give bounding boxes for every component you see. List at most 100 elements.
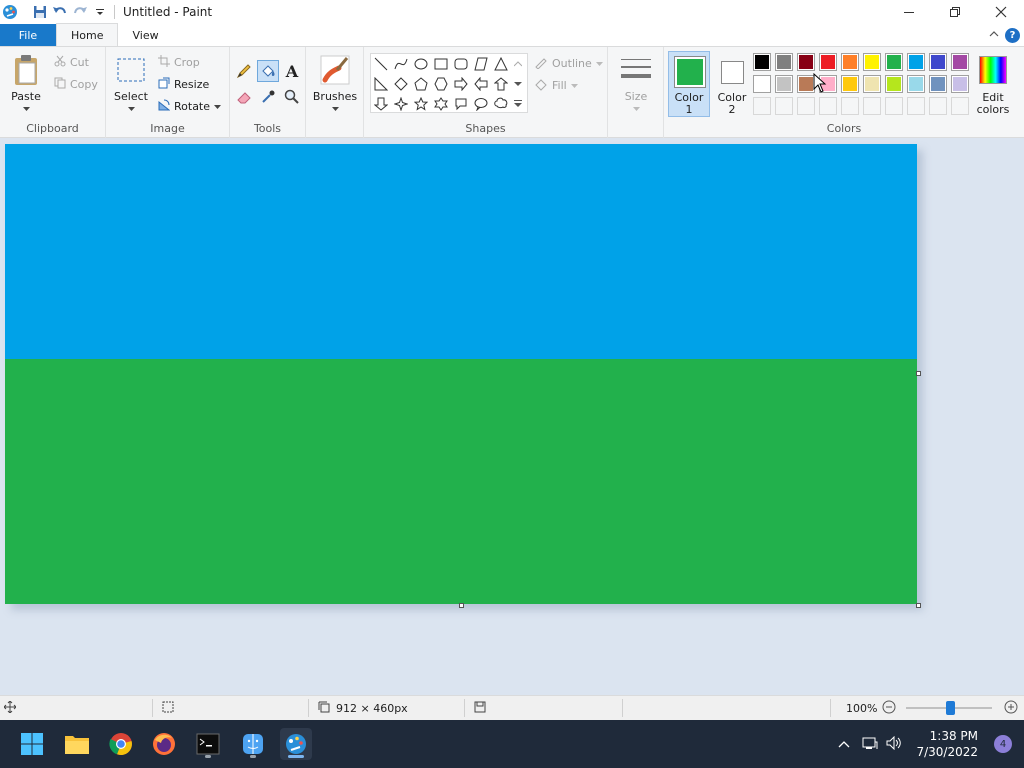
rounded-callout-shape-icon[interactable] [452, 95, 470, 113]
color-picker-icon[interactable] [258, 87, 278, 107]
tab-file[interactable]: File [0, 24, 56, 46]
resize-handle-right[interactable] [916, 371, 921, 376]
paste-button[interactable]: Paste [6, 91, 46, 103]
palette-swatch[interactable] [797, 75, 815, 93]
shapes-scroll-up-icon[interactable] [511, 55, 525, 73]
line-shape-icon[interactable] [372, 55, 390, 73]
resize-handle-bottom[interactable] [459, 603, 464, 608]
brushes-icon[interactable] [318, 53, 352, 87]
brushes-dropdown-icon[interactable] [308, 103, 362, 115]
palette-swatch[interactable] [775, 75, 793, 93]
palette-swatch[interactable] [951, 75, 969, 93]
help-icon[interactable]: ? [1005, 28, 1020, 43]
diamond-shape-icon[interactable] [392, 75, 410, 93]
paint-app-icon[interactable] [0, 1, 20, 23]
palette-swatch[interactable] [929, 97, 947, 115]
palette-swatch[interactable] [863, 97, 881, 115]
drawing-canvas[interactable] [5, 144, 917, 604]
oval-callout-shape-icon[interactable] [472, 95, 490, 113]
palette-swatch[interactable] [753, 75, 771, 93]
color2-button[interactable]: Color 2 [712, 51, 752, 117]
paste-dropdown-icon[interactable] [6, 103, 46, 115]
palette-swatch[interactable] [753, 97, 771, 115]
palette-swatch[interactable] [885, 53, 903, 71]
palette-swatch[interactable] [819, 75, 837, 93]
start-button[interactable] [16, 728, 48, 760]
close-button[interactable] [978, 0, 1024, 24]
size-icon[interactable] [618, 53, 654, 85]
palette-swatch[interactable] [819, 97, 837, 115]
select-button[interactable]: Select [112, 91, 150, 103]
curve-shape-icon[interactable] [392, 55, 410, 73]
six-point-star-shape-icon[interactable] [432, 95, 450, 113]
customize-toolbar-icon[interactable] [90, 1, 110, 23]
fill-bucket-icon[interactable] [257, 60, 279, 82]
palette-swatch[interactable] [863, 53, 881, 71]
palette-swatch[interactable] [863, 75, 881, 93]
network-icon[interactable] [862, 736, 878, 753]
palette-swatch[interactable] [797, 97, 815, 115]
palette-swatch[interactable] [951, 53, 969, 71]
crop-button[interactable]: Crop [158, 55, 200, 70]
left-arrow-shape-icon[interactable] [472, 75, 490, 93]
polygon-shape-icon[interactable] [472, 55, 490, 73]
outline-button[interactable]: Outline [534, 55, 603, 72]
palette-swatch[interactable] [797, 53, 815, 71]
paint-taskbar-icon[interactable] [280, 728, 312, 760]
rectangle-shape-icon[interactable] [432, 55, 450, 73]
five-point-star-shape-icon[interactable] [412, 95, 430, 113]
four-point-star-shape-icon[interactable] [392, 95, 410, 113]
canvas-workspace[interactable] [0, 139, 1024, 695]
redo-icon[interactable] [70, 1, 90, 23]
hexagon-shape-icon[interactable] [432, 75, 450, 93]
zoom-out-button[interactable] [882, 696, 896, 720]
palette-swatch[interactable] [775, 53, 793, 71]
firefox-icon[interactable] [148, 728, 180, 760]
rotate-button[interactable]: Rotate [158, 99, 222, 114]
palette-swatch[interactable] [841, 53, 859, 71]
tab-view[interactable]: View [118, 24, 172, 46]
color1-button[interactable]: Color 1 [668, 51, 710, 117]
size-dropdown-icon[interactable] [610, 103, 662, 115]
right-arrow-shape-icon[interactable] [452, 75, 470, 93]
shapes-expand-icon[interactable] [511, 95, 525, 113]
file-explorer-icon[interactable] [61, 728, 93, 760]
right-triangle-shape-icon[interactable] [372, 75, 390, 93]
pencil-icon[interactable] [234, 61, 254, 81]
palette-swatch[interactable] [885, 97, 903, 115]
down-arrow-shape-icon[interactable] [372, 95, 390, 113]
cloud-callout-shape-icon[interactable] [492, 95, 510, 113]
palette-swatch[interactable] [907, 75, 925, 93]
copy-button[interactable]: Copy [54, 77, 98, 92]
palette-swatch[interactable] [819, 53, 837, 71]
paste-icon[interactable] [10, 53, 42, 87]
palette-swatch[interactable] [929, 75, 947, 93]
undo-icon[interactable] [50, 1, 70, 23]
resize-handle-corner[interactable] [916, 603, 921, 608]
brushes-button[interactable]: Brushes [308, 91, 362, 103]
text-tool-icon[interactable]: A [282, 61, 302, 81]
zoom-in-button[interactable] [1004, 696, 1018, 720]
size-button[interactable]: Size [610, 91, 662, 103]
triangle-shape-icon[interactable] [492, 55, 510, 73]
palette-swatch[interactable] [951, 97, 969, 115]
palette-swatch[interactable] [885, 75, 903, 93]
volume-icon[interactable] [886, 735, 902, 753]
palette-swatch[interactable] [775, 97, 793, 115]
zoom-slider-thumb[interactable] [946, 701, 955, 715]
select-dropdown-icon[interactable] [112, 103, 150, 115]
finder-app-icon[interactable] [237, 728, 269, 760]
shapes-scroll-down-icon[interactable] [511, 75, 525, 93]
save-icon[interactable] [30, 1, 50, 23]
chevron-up-icon[interactable] [838, 738, 850, 751]
tab-home[interactable]: Home [56, 23, 119, 46]
palette-swatch[interactable] [907, 53, 925, 71]
select-icon[interactable] [116, 57, 146, 83]
rounded-rectangle-shape-icon[interactable] [452, 55, 470, 73]
fill-button[interactable]: Fill [534, 77, 578, 94]
resize-button[interactable]: Resize [158, 77, 209, 92]
palette-swatch[interactable] [929, 53, 947, 71]
eraser-icon[interactable] [234, 87, 254, 107]
terminal-icon[interactable] [192, 728, 224, 760]
clock[interactable]: 1:38 PM 7/30/2022 [916, 728, 978, 760]
